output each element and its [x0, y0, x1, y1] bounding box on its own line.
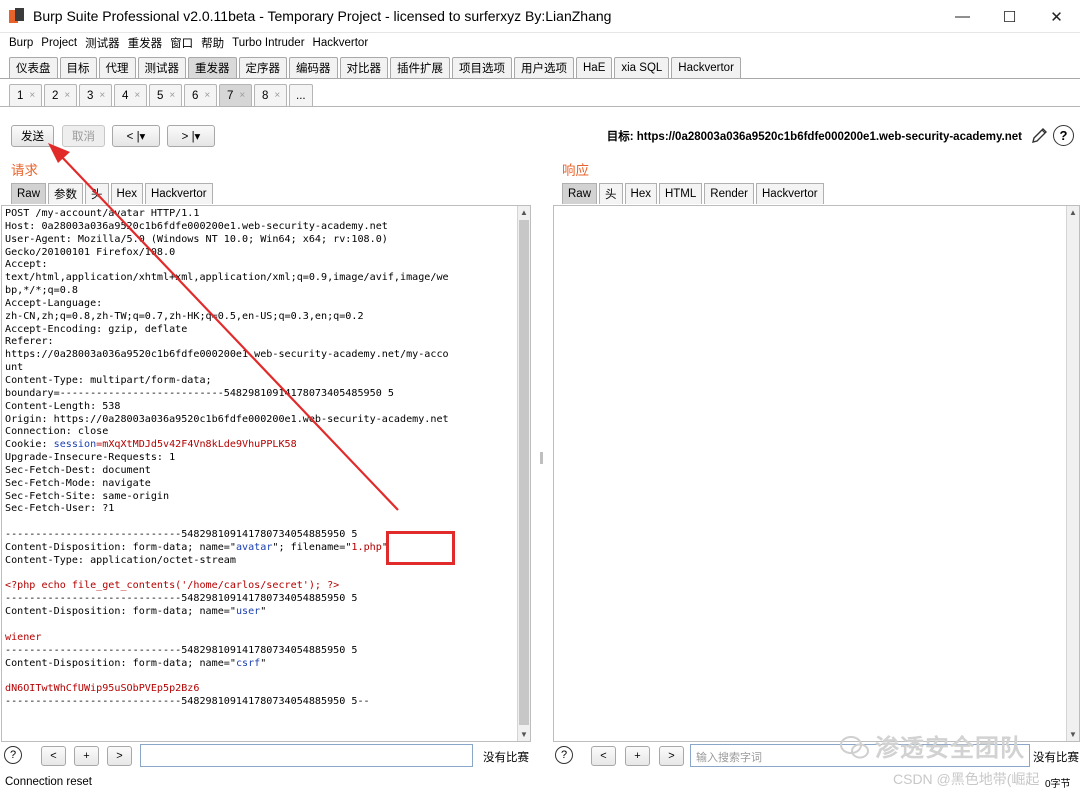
annotation-arrow — [48, 143, 399, 511]
csdn-watermark: CSDN @黑色地带(崛起 — [893, 771, 1040, 787]
watermark-text: 渗透安全团队 — [875, 735, 1025, 762]
wechat-icon — [840, 736, 869, 759]
